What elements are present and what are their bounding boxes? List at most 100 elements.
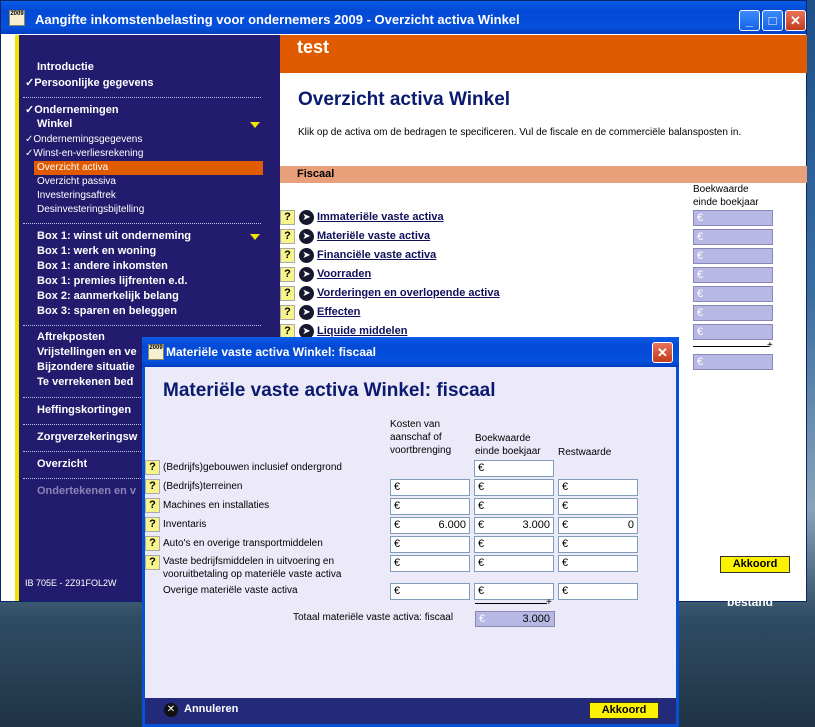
help-icon[interactable]: ? [145, 555, 160, 570]
open-bestand-button[interactable]: Open bestand [727, 581, 806, 609]
app-icon: 2009 [9, 10, 25, 26]
total-label: Totaal materiële vaste activa: fiscaal [293, 612, 454, 623]
input-c3[interactable]: € [558, 498, 638, 515]
akkoord-button-main[interactable]: Akkoord [720, 556, 790, 573]
nav-verrekenen[interactable]: Te verrekenen bed [37, 376, 133, 388]
input-c2[interactable]: € [474, 583, 554, 600]
sum-line [475, 603, 547, 604]
input-c1[interactable]: €6.000 [390, 517, 470, 534]
nav-heffingskortingen[interactable]: Heffingskortingen [37, 404, 131, 416]
cancel-button[interactable]: Annuleren [184, 703, 238, 715]
nav-bijzondere[interactable]: Bijzondere situatie [37, 361, 135, 373]
dialog-title-bar: 2009 Materiële vaste activa Winkel: fisc… [142, 337, 679, 367]
nav-box2[interactable]: Box 2: aanmerkelijk belang [37, 290, 179, 302]
row-label: Auto's en overige transportmiddelen [163, 538, 323, 549]
input-c2[interactable]: € [474, 479, 554, 496]
arrow-right-icon[interactable]: ➤ [299, 305, 314, 320]
activa-link-effecten[interactable]: Effecten [317, 306, 360, 318]
help-icon[interactable]: ? [280, 286, 295, 301]
total-activa-field: € [693, 354, 773, 370]
help-icon[interactable]: ? [280, 229, 295, 244]
help-icon[interactable]: ? [280, 210, 295, 225]
close-button[interactable]: ✕ [785, 10, 806, 31]
ok-button[interactable]: Akkoord [589, 702, 659, 719]
nav-overzicht-passiva[interactable]: Overzicht passiva [37, 176, 116, 187]
nav-ondernemingen[interactable]: ✓Ondernemingen [25, 103, 119, 116]
plus-sign: + [767, 340, 773, 351]
nav-winkel[interactable]: Winkel [37, 118, 72, 130]
cancel-icon[interactable]: ✕ [164, 703, 178, 717]
arrow-right-icon[interactable]: ➤ [299, 267, 314, 282]
folder-icon[interactable] [709, 582, 722, 592]
help-icon[interactable]: ? [280, 267, 295, 282]
input-c2[interactable]: € [474, 536, 554, 553]
nav-box1-andere[interactable]: Box 1: andere inkomsten [37, 260, 168, 272]
maximize-button[interactable]: □ [762, 10, 783, 31]
nav-overzicht-activa[interactable]: Overzicht activa [34, 161, 263, 175]
row-label: Inventaris [163, 519, 207, 530]
help-icon[interactable]: ? [280, 248, 295, 263]
nav-ondernemingsgegevens[interactable]: ✓Ondernemingsgegevens [25, 134, 142, 145]
nav-winst-verlies[interactable]: ✓Winst-en-verliesrekening [25, 148, 143, 159]
input-c3[interactable]: € [558, 583, 638, 600]
nav-box1-werk[interactable]: Box 1: werk en woning [37, 245, 156, 257]
help-icon[interactable]: ? [145, 498, 160, 513]
nav-aftrekposten[interactable]: Aftrekposten [37, 331, 105, 343]
input-c1[interactable]: € [390, 555, 470, 572]
divider [23, 223, 261, 224]
nav-box1-winst[interactable]: Box 1: winst uit onderneming [37, 230, 191, 242]
divider [23, 97, 261, 98]
activa-link-materiele[interactable]: Materiële vaste activa [317, 230, 430, 242]
help-icon[interactable]: ? [145, 517, 160, 532]
input-c3[interactable]: € [558, 555, 638, 572]
nav-box1-premies[interactable]: Box 1: premies lijfrenten e.d. [37, 275, 187, 287]
arrow-right-icon[interactable]: ➤ [299, 248, 314, 263]
help-icon[interactable]: ? [280, 305, 295, 320]
input-c1[interactable]: € [390, 479, 470, 496]
help-icon[interactable]: ? [145, 460, 160, 475]
col-header-kosten: Kosten van aanschaf of voortbrenging [390, 419, 452, 456]
nav-persoonlijke-gegevens[interactable]: ✓Persoonlijke gegevens [25, 76, 153, 89]
help-icon[interactable]: ? [145, 536, 160, 551]
arrow-right-icon[interactable]: ➤ [299, 229, 314, 244]
nav-overzicht[interactable]: Overzicht [37, 458, 87, 470]
chevron-down-icon[interactable] [250, 122, 260, 128]
nav-box3[interactable]: Box 3: sparen en beleggen [37, 305, 177, 317]
input-c3[interactable]: € [558, 536, 638, 553]
help-icon[interactable]: ? [145, 479, 160, 494]
dialog-close-button[interactable]: ✕ [652, 342, 673, 363]
nav-zorgverzekering[interactable]: Zorgverzekeringsw [37, 431, 137, 443]
input-c3[interactable]: € [558, 479, 638, 496]
nav-ondertekenen[interactable]: Ondertekenen en v [37, 485, 136, 497]
company-name: test [297, 37, 330, 57]
nav-desinvesteringsbijtelling[interactable]: Desinvesteringsbijtelling [37, 204, 144, 215]
input-c2[interactable]: €3.000 [474, 517, 554, 534]
input-c1[interactable]: € [390, 536, 470, 553]
input-c2[interactable]: € [474, 555, 554, 572]
activa-link-vorderingen[interactable]: Vorderingen en overlopende activa [317, 287, 500, 299]
nav-investeringsaftrek[interactable]: Investeringsaftrek [37, 190, 116, 201]
input-c2[interactable]: € [474, 498, 554, 515]
input-c3[interactable]: €0 [558, 517, 638, 534]
activa-link-voorraden[interactable]: Voorraden [317, 268, 371, 280]
nav-vrijstellingen[interactable]: Vrijstellingen en ve [37, 346, 137, 358]
activa-link-liquide[interactable]: Liquide middelen [317, 325, 407, 337]
activa-link-financiele[interactable]: Financiële vaste activa [317, 249, 436, 261]
arrow-right-icon[interactable]: ➤ [299, 210, 314, 225]
minimize-button[interactable]: _ [739, 10, 760, 31]
activa-value-immateriele: € [693, 210, 773, 226]
activa-value-financiele: € [693, 248, 773, 264]
input-c1[interactable]: € [390, 583, 470, 600]
check-icon: ✓ [25, 77, 35, 89]
chevron-down-icon[interactable] [250, 234, 260, 240]
nav-introductie[interactable]: Introductie [37, 61, 94, 73]
divider [23, 325, 261, 326]
total-field: €3.000 [475, 611, 555, 627]
arrow-right-icon[interactable]: ➤ [299, 286, 314, 301]
window-title: Aangifte inkomstenbelasting voor onderne… [35, 12, 520, 27]
input-c2[interactable]: € [474, 460, 554, 477]
activa-value-materiele: € [693, 229, 773, 245]
activa-link-immateriele[interactable]: Immateriële vaste activa [317, 211, 444, 223]
open-label[interactable]: en [680, 581, 694, 595]
input-c1[interactable]: € [390, 498, 470, 515]
